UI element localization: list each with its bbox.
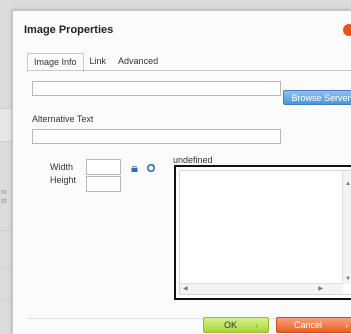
ok-button[interactable]: OK ›: [203, 317, 269, 333]
alt-text-input[interactable]: [32, 129, 281, 144]
height-input[interactable]: [86, 176, 121, 192]
scroll-up-icon[interactable]: ▲: [345, 181, 351, 187]
image-preview: ▲ ▼ ◀ ▶: [174, 165, 351, 300]
reset-size-icon[interactable]: [146, 163, 156, 173]
tab-bar: Image Info Link Advanced: [27, 53, 164, 72]
lock-ratio-icon[interactable]: [131, 166, 138, 172]
alt-text-label: Alternative Text: [32, 114, 94, 124]
tab-divider: [27, 70, 351, 71]
preview-label: undefined: [173, 155, 213, 165]
horizontal-scrollbar[interactable]: ◀ ▶: [180, 283, 343, 294]
tab-link[interactable]: Link: [84, 53, 113, 71]
vertical-scrollbar[interactable]: ▲ ▼: [342, 171, 351, 284]
width-label: Width: [50, 162, 74, 172]
width-input[interactable]: [86, 159, 121, 175]
scroll-left-icon[interactable]: ◀: [183, 286, 188, 292]
chevron-right-icon: ›: [255, 321, 258, 330]
tab-advanced[interactable]: Advanced: [112, 53, 164, 71]
image-properties-dialog: Image Properties Image Info Link Advance…: [12, 10, 351, 334]
cancel-button[interactable]: Cancel ›: [276, 317, 351, 333]
ok-label: OK: [224, 320, 238, 330]
height-label: Height: [50, 175, 77, 185]
scroll-down-icon[interactable]: ▼: [345, 276, 351, 282]
cancel-label: Cancel: [294, 320, 323, 330]
close-button[interactable]: [343, 24, 351, 36]
preview-scroll-area[interactable]: ▲ ▼ ◀ ▶: [179, 170, 351, 295]
dialog-title: Image Properties: [24, 24, 114, 36]
browse-server-button[interactable]: Browse Server: [283, 90, 351, 105]
scroll-right-icon[interactable]: ▶: [318, 286, 323, 292]
chevron-right-icon: ›: [345, 321, 348, 330]
url-input[interactable]: [32, 81, 281, 96]
background-text: nı st: [1, 189, 7, 205]
